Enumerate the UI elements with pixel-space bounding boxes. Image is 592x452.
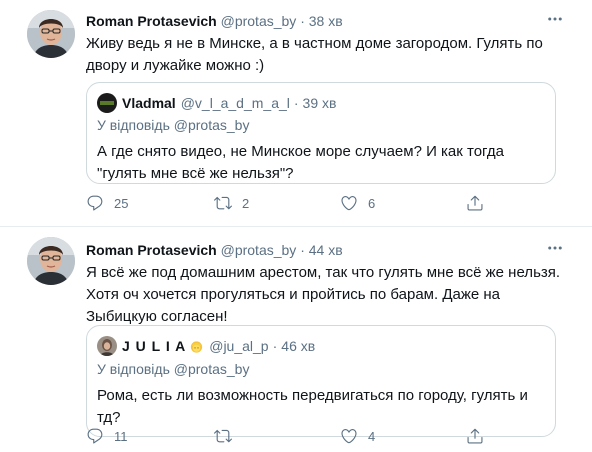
author-handle[interactable]: @protas_by: [221, 13, 297, 29]
like-button[interactable]: 6: [340, 194, 375, 212]
heart-icon: [340, 194, 358, 212]
separator: ·: [300, 242, 305, 258]
separator: ·: [293, 95, 299, 111]
reply-context: У відповідь @protas_by: [97, 361, 250, 377]
share-icon: [466, 427, 484, 445]
avatar: [97, 93, 117, 113]
quoted-tweet-header: J U L I A @ju_al_p · 46 хв: [97, 336, 315, 356]
author-name[interactable]: Roman Protasevich: [86, 242, 217, 258]
reply-icon: [86, 194, 104, 212]
quoted-author-name: Vladmal: [122, 95, 176, 111]
quoted-tweet[interactable]: J U L I A @ju_al_p · 46 хв У відповідь @…: [86, 325, 556, 437]
retweet-icon: [214, 194, 232, 212]
avatar: [97, 336, 117, 356]
quoted-tweet-text: Рома, есть ли возможность передвигаться …: [97, 387, 528, 426]
quoted-tweet-header: Vladmal @v_l_a_d_m_a_l · 39 хв: [97, 93, 336, 113]
retweet-count: 2: [242, 195, 250, 211]
quoted-author-handle: @v_l_a_d_m_a_l: [180, 95, 290, 111]
like-button[interactable]: 4: [340, 427, 375, 445]
retweet-button[interactable]: [214, 427, 242, 445]
tweet[interactable]: Roman Protasevich @protas_by · 38 хв Жив…: [0, 0, 592, 226]
separator: ·: [300, 13, 305, 29]
reply-icon: [86, 427, 104, 445]
more-horizontal-icon[interactable]: [546, 10, 564, 33]
quoted-tweet-text: А где снято видео, не Минское море случа…: [97, 143, 504, 182]
retweet-icon: [214, 427, 232, 445]
tweet-header: Roman Protasevich @protas_by · 44 хв: [86, 241, 343, 259]
quoted-timestamp: 39 хв: [302, 95, 337, 111]
retweet-button[interactable]: 2: [214, 194, 249, 212]
tweet-header: Roman Protasevich @protas_by · 38 хв: [86, 12, 343, 30]
tweet-actions: 11 4: [86, 427, 592, 447]
quoted-timestamp: 46 хв: [281, 338, 316, 354]
tweet-actions: 25 2 6: [86, 194, 592, 214]
reply-button[interactable]: 11: [86, 427, 128, 445]
heart-icon: [340, 427, 358, 445]
reply-context: У відповідь @protas_by: [97, 117, 250, 133]
avatar[interactable]: [27, 10, 75, 58]
share-button[interactable]: [466, 194, 484, 212]
more-horizontal-icon[interactable]: [546, 239, 564, 262]
author-handle[interactable]: @protas_by: [221, 242, 297, 258]
reply-count: 11: [114, 428, 128, 444]
tweet[interactable]: Roman Protasevich @protas_by · 44 хв Я в…: [0, 226, 592, 452]
quoted-author-name: J U L I A: [122, 338, 187, 354]
timestamp[interactable]: 38 хв: [309, 13, 343, 29]
author-name[interactable]: Roman Protasevich: [86, 13, 217, 29]
separator: ·: [272, 338, 278, 354]
share-button[interactable]: [466, 427, 484, 445]
blonde-person-emoji: [191, 340, 203, 353]
reply-count: 25: [114, 195, 129, 211]
timestamp[interactable]: 44 хв: [309, 242, 343, 258]
tweet-text: Я всё же под домашним арестом, так что г…: [86, 264, 561, 325]
share-icon: [466, 194, 484, 212]
like-count: 6: [368, 195, 376, 211]
tweet-text: Живу ведь я не в Минске, а в частном дом…: [86, 35, 543, 74]
quoted-author-handle: @ju_al_p: [209, 338, 269, 354]
like-count: 4: [368, 428, 376, 444]
quoted-tweet[interactable]: Vladmal @v_l_a_d_m_a_l · 39 хв У відпові…: [86, 82, 556, 184]
avatar[interactable]: [27, 237, 75, 285]
reply-button[interactable]: 25: [86, 194, 128, 212]
